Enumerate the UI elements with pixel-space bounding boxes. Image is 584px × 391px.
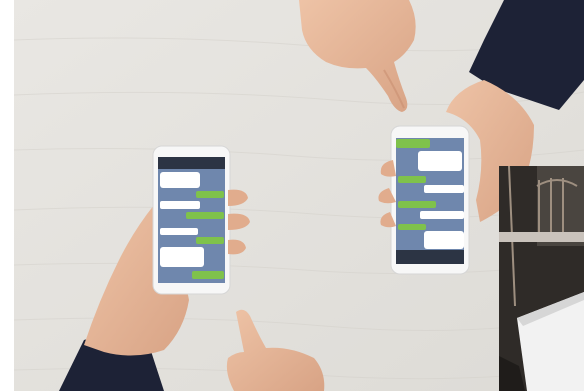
- inset-counter: [499, 232, 584, 242]
- inset-svg: [499, 166, 584, 391]
- inset-photo: [499, 166, 584, 391]
- left-phone: [152, 145, 231, 295]
- right-phone: [390, 125, 470, 275]
